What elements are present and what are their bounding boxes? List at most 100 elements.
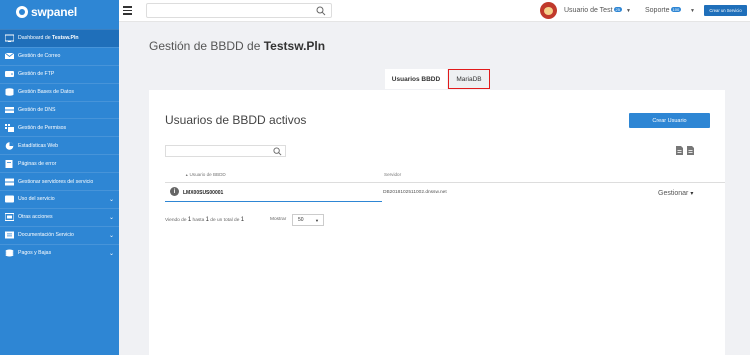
avatar[interactable] (540, 2, 557, 19)
manage-dropdown[interactable]: Gestionar ▾ (658, 190, 693, 197)
sidebar-item-mail[interactable]: Gestión de Correo (0, 46, 119, 65)
tab-mariadb[interactable]: MariaDB (448, 69, 490, 89)
page-size-value: 50 (298, 217, 304, 223)
support-menu[interactable]: Soporte 100 (645, 7, 682, 14)
search-icon[interactable] (316, 6, 326, 16)
page-size-select[interactable]: 50 ▼ (292, 214, 324, 226)
new-service-button[interactable]: Crear un Servicio (704, 5, 747, 16)
sidebar-item-stats[interactable]: Estadísticas Web (0, 136, 119, 154)
manage-label: Gestionar (658, 190, 689, 197)
sidebar-item-label: Páginas de error (18, 161, 56, 167)
users-panel: Usuarios de BBDD activos Crear Usuario ▲… (149, 90, 725, 355)
sidebar-item-label: Gestión de DNS (18, 107, 55, 113)
label-text: Uso del servicio (18, 196, 55, 203)
logo-text: swpanel (31, 5, 77, 19)
logo[interactable]: swpanel (0, 0, 119, 24)
sidebar-item-label: Gestión Bases de Datos (18, 89, 74, 95)
label-bold: Testsw.Pln (52, 35, 79, 42)
dashboard-icon (4, 34, 14, 43)
chevron-down-icon: ▾ (690, 191, 694, 197)
sidebar-item-label: Pagos y Bajas (18, 250, 51, 256)
sidebar-item-database[interactable]: Gestión Bases de Datos (0, 82, 119, 101)
user-name-label: Usuario de Test (564, 7, 613, 14)
sidebar-item-label: Gestión de Correo (18, 53, 60, 59)
chevron-down-icon[interactable]: ⌄ (109, 196, 114, 203)
chevron-down-icon: ▼ (315, 218, 319, 223)
user-badge: 25 (613, 7, 622, 12)
tab-usuarios-bbdd[interactable]: Usuarios BBDD (385, 69, 447, 89)
header-divider (165, 182, 725, 183)
support-label: Soporte (645, 7, 670, 14)
sidebar-item-servers[interactable]: Gestionar servidores del servicio (0, 172, 119, 190)
topbar: Usuario de Test 25 ▼ Soporte 100 ▼ Crear u… (119, 0, 750, 22)
tab-bar: Usuarios BBDD MariaDB (385, 69, 490, 89)
sidebar: swpanel Dashboard de Testsw.Pln Gestión d… (0, 0, 119, 355)
servers-icon (4, 178, 14, 186)
sidebar-item-label: Gestión de Permisos (18, 125, 66, 131)
label-text: Gestión Bases de Datos (18, 89, 74, 96)
cell-user-underline (165, 201, 382, 202)
mail-icon (4, 52, 14, 60)
error-pages-icon (4, 159, 14, 168)
user-menu[interactable]: Usuario de Test 25 (564, 7, 622, 14)
stats-icon (4, 141, 14, 150)
show-label: Mostrar (270, 217, 287, 222)
sort-icon: ▲ (185, 173, 189, 177)
info-text-3: de un total de (208, 218, 241, 223)
sidebar-item-docs[interactable]: Documentación Servicio ⌄ (0, 225, 119, 244)
create-user-button[interactable]: Crear Usuario (629, 113, 710, 128)
ftp-icon (4, 70, 14, 78)
export-csv-icon[interactable] (687, 146, 694, 155)
sidebar-item-label: Dashboard de Testsw.Pln (18, 35, 79, 41)
chevron-down-icon[interactable]: ⌄ (109, 214, 114, 221)
global-search-input[interactable] (146, 3, 332, 18)
sidebar-item-error-pages[interactable]: Páginas de error (0, 154, 119, 172)
dns-icon (4, 106, 14, 114)
info-icon[interactable]: i (170, 187, 179, 196)
docs-icon (4, 231, 14, 239)
sidebar-item-label: Estadísticas Web (18, 143, 58, 149)
actions-icon (4, 213, 14, 222)
label-text: Páginas de error (18, 160, 57, 167)
column-header-user-label: Usuario de BBDD (189, 172, 226, 177)
info-total: 1 (240, 217, 245, 223)
sidebar-item-label: Uso del servicio (18, 196, 55, 202)
sidebar-item-usage[interactable]: Uso del servicio ⌄ (0, 190, 119, 208)
sidebar-item-dns[interactable]: Gestión de DNS (0, 100, 119, 119)
label-text: Gestionar servidores del servicio (18, 178, 94, 185)
label-text: Estadísticas Web (18, 142, 58, 149)
table-search-input[interactable] (165, 145, 286, 157)
cell-server: DB2018102511002.dnssw.net (383, 190, 447, 195)
label-text: Otras acciones (18, 214, 53, 221)
sidebar-item-payments[interactable]: Pagos y Bajas ⌄ (0, 243, 119, 262)
sidebar-item-permissions[interactable]: Gestión de Permisos (0, 118, 119, 136)
sidebar-item-label: Documentación Servicio (18, 232, 74, 238)
info-text-2: hasta (191, 218, 206, 223)
menu-toggle-icon[interactable] (123, 6, 132, 15)
sidebar-item-dashboard[interactable]: Dashboard de Testsw.Pln (0, 29, 119, 47)
support-caret-icon[interactable]: ▼ (690, 8, 695, 14)
sidebar-item-ftp[interactable]: Gestión de FTP (0, 64, 119, 83)
database-icon (4, 88, 14, 96)
user-caret-icon[interactable]: ▼ (626, 8, 631, 14)
sidebar-item-label: Gestión de FTP (18, 71, 54, 77)
label-text: Gestión de FTP (18, 71, 55, 78)
sidebar-nav: Dashboard de Testsw.Pln Gestión de Correo… (0, 29, 119, 262)
permissions-icon (4, 123, 14, 132)
sidebar-item-label: Otras acciones (18, 214, 53, 220)
label-text: Pagos y Bajas (18, 250, 52, 257)
sidebar-item-actions[interactable]: Otras acciones ⌄ (0, 207, 119, 226)
chevron-down-icon[interactable]: ⌄ (109, 250, 114, 257)
label-text: Gestión de DNS (18, 107, 56, 113)
label-text: Gestión de Correo (18, 53, 61, 60)
search-icon[interactable] (273, 147, 282, 156)
column-header-server[interactable]: Servidor (384, 172, 401, 177)
chevron-down-icon[interactable]: ⌄ (109, 232, 114, 239)
export-pdf-icon[interactable] (676, 146, 683, 155)
page-title: Gestión de BBDD de Testsw.Pln (149, 39, 325, 53)
label-text: Gestión de Permisos (18, 124, 67, 131)
support-badge: 100 (670, 7, 682, 12)
panel-title: Usuarios de BBDD activos (165, 113, 307, 127)
column-header-user[interactable]: ▲Usuario de BBDD (185, 172, 226, 177)
sidebar-item-label: Gestionar servidores del servicio (18, 179, 93, 185)
